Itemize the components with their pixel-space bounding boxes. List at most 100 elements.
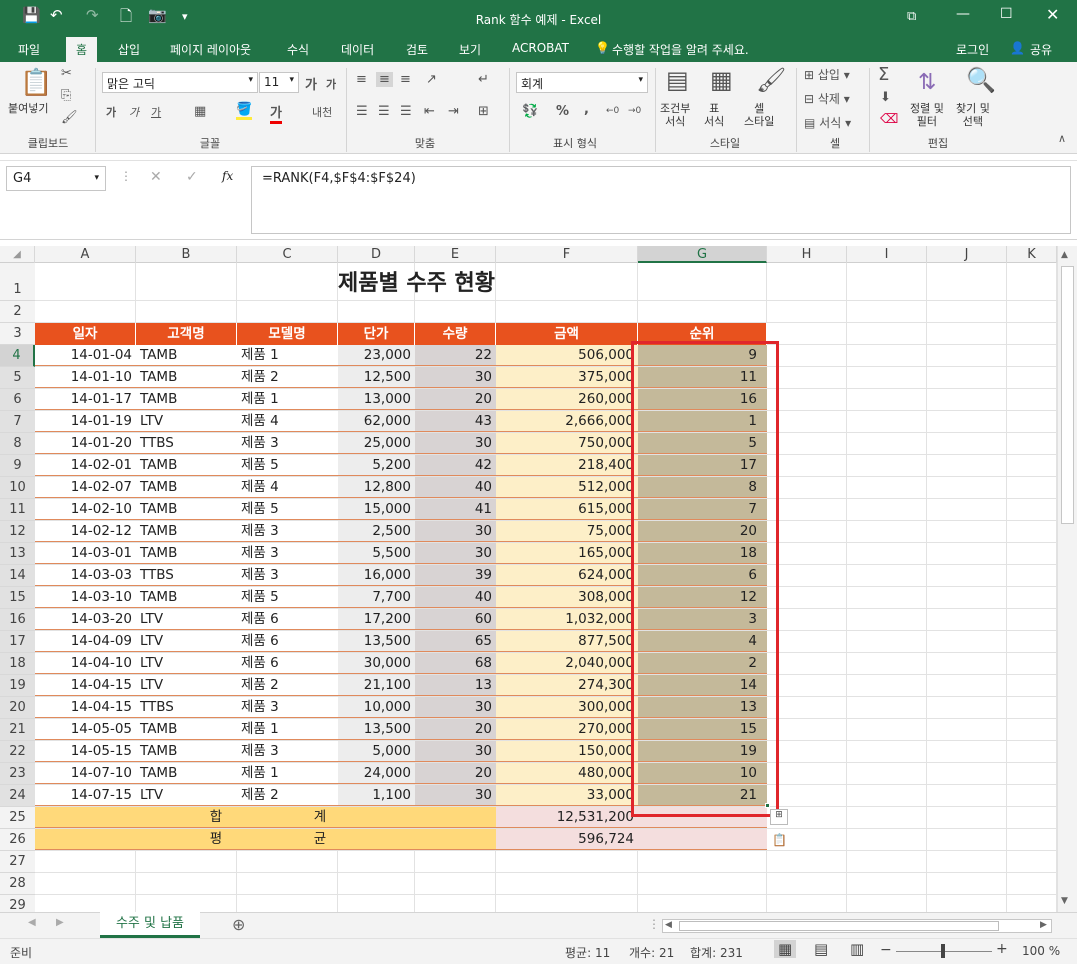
sort-filter-icon[interactable]: ⇅	[918, 70, 936, 95]
align-left-icon[interactable]: ☰	[356, 104, 368, 119]
cell-customer[interactable]: TAMB	[136, 367, 237, 388]
cell-unit-price[interactable]: 15,000	[338, 499, 415, 520]
merge-center-icon[interactable]: ⊞	[478, 104, 489, 119]
insert-function-icon[interactable]: fx	[222, 169, 233, 183]
header-quantity[interactable]: 수량	[415, 323, 496, 345]
cell-quantity[interactable]: 30	[415, 433, 496, 454]
avg-value[interactable]: 596,724	[496, 829, 638, 850]
cell-model[interactable]: 제품 3	[237, 565, 338, 586]
cell-quantity[interactable]: 30	[415, 367, 496, 388]
align-bottom-icon[interactable]: ≡	[400, 72, 411, 87]
avg-empty-cell[interactable]	[638, 829, 767, 850]
zoom-in-icon[interactable]: +	[996, 941, 1008, 957]
column-header-c[interactable]: C	[237, 246, 338, 263]
cell-model[interactable]: 제품 3	[237, 697, 338, 718]
number-format-dropdown[interactable]: 회계 ▾	[516, 72, 648, 93]
column-header-a[interactable]: A	[35, 246, 136, 263]
tell-me-search[interactable]: 수행할 작업을 알려 주세요.	[612, 41, 749, 58]
cell-unit-price[interactable]: 10,000	[338, 697, 415, 718]
cell-unit-price[interactable]: 13,500	[338, 631, 415, 652]
header-unit-price[interactable]: 단가	[338, 323, 415, 345]
cell-unit-price[interactable]: 5,200	[338, 455, 415, 476]
cell-date[interactable]: 14-01-20	[35, 433, 136, 454]
cell-model[interactable]: 제품 2	[237, 785, 338, 806]
row-header-4[interactable]: 4	[0, 345, 35, 367]
header-date[interactable]: 일자	[35, 323, 136, 345]
sheet-title[interactable]: 제품별 수주 현황	[237, 265, 596, 303]
cell-unit-price[interactable]: 13,000	[338, 389, 415, 410]
cell-unit-price[interactable]: 21,100	[338, 675, 415, 696]
avg-label-cell[interactable]	[35, 829, 496, 850]
column-header-g[interactable]: G	[638, 246, 767, 263]
sum-label-2[interactable]: 계	[300, 807, 340, 828]
cell-model[interactable]: 제품 2	[237, 367, 338, 388]
cell-amount[interactable]: 274,300	[496, 675, 638, 696]
cell-customer[interactable]: TAMB	[136, 741, 237, 762]
row-header-6[interactable]: 6	[0, 389, 35, 411]
column-header-h[interactable]: H	[767, 246, 847, 263]
cell-unit-price[interactable]: 12,800	[338, 477, 415, 498]
name-box[interactable]: G4 ▾	[6, 166, 106, 191]
cancel-icon[interactable]: ✕	[150, 169, 162, 185]
align-center-icon[interactable]: ☰	[378, 104, 390, 119]
fill-color-icon[interactable]: 🪣	[236, 102, 253, 120]
conditional-formatting-icon[interactable]: ▤	[666, 66, 689, 94]
row-header-15[interactable]: 15	[0, 587, 35, 609]
cell-quantity[interactable]: 39	[415, 565, 496, 586]
cell-date[interactable]: 14-05-15	[35, 741, 136, 762]
prev-sheet-icon[interactable]: ◀	[28, 917, 36, 928]
cell-date[interactable]: 14-03-01	[35, 543, 136, 564]
cell-customer[interactable]: LTV	[136, 411, 237, 432]
cell-customer[interactable]: TAMB	[136, 345, 237, 366]
row-header-21[interactable]: 21	[0, 719, 35, 741]
cell-model[interactable]: 제품 2	[237, 675, 338, 696]
row-header-19[interactable]: 19	[0, 675, 35, 697]
cell-amount[interactable]: 750,000	[496, 433, 638, 454]
row-header-20[interactable]: 20	[0, 697, 35, 719]
percent-button[interactable]: %	[556, 104, 569, 119]
cell-model[interactable]: 제품 4	[237, 477, 338, 498]
zoom-slider-thumb[interactable]	[941, 944, 945, 958]
cell-model[interactable]: 제품 6	[237, 653, 338, 674]
paste-button[interactable]: 붙여넣기	[8, 102, 48, 115]
cell-date[interactable]: 14-02-10	[35, 499, 136, 520]
cell-amount[interactable]: 2,666,000	[496, 411, 638, 432]
cell-quantity[interactable]: 40	[415, 587, 496, 608]
cell-unit-price[interactable]: 25,000	[338, 433, 415, 454]
cell-date[interactable]: 14-04-10	[35, 653, 136, 674]
shrink-font-button[interactable]: 가	[326, 76, 336, 92]
cell-model[interactable]: 제품 5	[237, 587, 338, 608]
cell-amount[interactable]: 2,040,000	[496, 653, 638, 674]
cell-amount[interactable]: 624,000	[496, 565, 638, 586]
cell-customer[interactable]: TAMB	[136, 543, 237, 564]
find-select-icon[interactable]: 🔍	[966, 66, 996, 94]
format-painter-icon[interactable]: 🖌	[61, 110, 78, 125]
cell-model[interactable]: 제품 1	[237, 719, 338, 740]
row-header-9[interactable]: 9	[0, 455, 35, 477]
sum-label-cell[interactable]	[35, 807, 496, 828]
cell-date[interactable]: 14-04-09	[35, 631, 136, 652]
tab-view[interactable]: 보기	[459, 41, 481, 58]
delete-cells-button[interactable]: ⊟ 삭제 ▾	[804, 90, 850, 107]
cell-model[interactable]: 제품 3	[237, 433, 338, 454]
cell-quantity[interactable]: 20	[415, 719, 496, 740]
cell-amount[interactable]: 375,000	[496, 367, 638, 388]
cell-customer[interactable]: LTV	[136, 653, 237, 674]
cell-customer[interactable]: TTBS	[136, 697, 237, 718]
borders-icon[interactable]: ▦	[194, 104, 206, 119]
row-header-17[interactable]: 17	[0, 631, 35, 653]
row-header-3[interactable]: 3	[0, 323, 35, 345]
cell-model[interactable]: 제품 1	[237, 763, 338, 784]
cell-quantity[interactable]: 30	[415, 543, 496, 564]
page-layout-view-icon[interactable]: ▤	[814, 940, 828, 958]
cell-model[interactable]: 제품 6	[237, 631, 338, 652]
tab-formulas[interactable]: 수식	[287, 41, 309, 58]
sort-filter-button[interactable]: 정렬 및 필터	[910, 102, 944, 128]
cell-unit-price[interactable]: 17,200	[338, 609, 415, 630]
cell-quantity[interactable]: 30	[415, 785, 496, 806]
autosum-icon[interactable]: Σ	[878, 64, 889, 85]
cell-unit-price[interactable]: 1,100	[338, 785, 415, 806]
header-model[interactable]: 모델명	[237, 323, 338, 345]
cell-unit-price[interactable]: 2,500	[338, 521, 415, 542]
row-header-29[interactable]: 29	[0, 895, 35, 912]
